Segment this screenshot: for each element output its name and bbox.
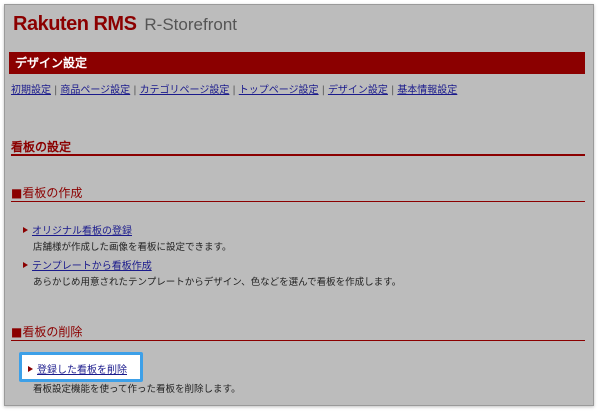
divider	[11, 340, 585, 341]
triangle-bullet-icon	[28, 366, 33, 372]
nav-separator: |	[232, 85, 236, 96]
nav-top-page-settings[interactable]: トップページ設定	[239, 85, 319, 96]
register-original-signboard-link[interactable]: オリジナル看板の登録	[32, 226, 132, 237]
nav-initial-settings[interactable]: 初期設定	[11, 85, 51, 96]
nav-category-page-settings[interactable]: カテゴリページ設定	[140, 85, 230, 96]
list-item: 登録した看板を削除	[28, 361, 127, 376]
triangle-bullet-icon	[23, 227, 28, 233]
list-item: テンプレートから看板作成	[23, 257, 152, 272]
divider	[11, 154, 585, 156]
list-item: オリジナル看板の登録	[23, 222, 132, 237]
delete-registered-signboard-link[interactable]: 登録した看板を削除	[37, 365, 127, 376]
app-window: Rakuten RMS R-Storefront デザイン設定 初期設定 | 商品ペ…	[4, 4, 594, 406]
logo: Rakuten RMS R-Storefront	[13, 13, 237, 39]
brand-logo: Rakuten RMS	[13, 13, 137, 35]
nav-separator: |	[133, 85, 137, 96]
item-description: 看板設定機能を使って作った看板を削除します。	[33, 384, 241, 395]
divider	[11, 201, 585, 202]
create-signboard-heading: ■看板の作成	[11, 186, 83, 200]
item-description: 店舗様が作成した画像を看板に設定できます。	[33, 242, 232, 253]
product-name: R-Storefront	[144, 15, 237, 34]
delete-signboard-heading: ■看板の削除	[11, 325, 83, 339]
section-heading: 看板の設定	[11, 140, 72, 154]
settings-nav: 初期設定 | 商品ページ設定 | カテゴリページ設定 | トップページ設定 | デザイン設定 | 基…	[11, 81, 457, 96]
nav-separator: |	[321, 85, 325, 96]
page-title-bar: デザイン設定	[9, 52, 585, 74]
triangle-bullet-icon	[23, 262, 28, 268]
highlight-callout: 登録した看板を削除	[19, 352, 143, 382]
nav-basic-info-settings[interactable]: 基本情報設定	[397, 85, 457, 96]
create-from-template-link[interactable]: テンプレートから看板作成	[32, 261, 152, 272]
nav-separator: |	[390, 85, 395, 96]
nav-product-page-settings[interactable]: 商品ページ設定	[60, 85, 130, 96]
nav-separator: |	[54, 85, 58, 96]
nav-design-settings[interactable]: デザイン設定	[328, 85, 388, 96]
item-description: あらかじめ用意されたテンプレートからデザイン、色などを選んで看板を作成します。	[33, 277, 402, 288]
